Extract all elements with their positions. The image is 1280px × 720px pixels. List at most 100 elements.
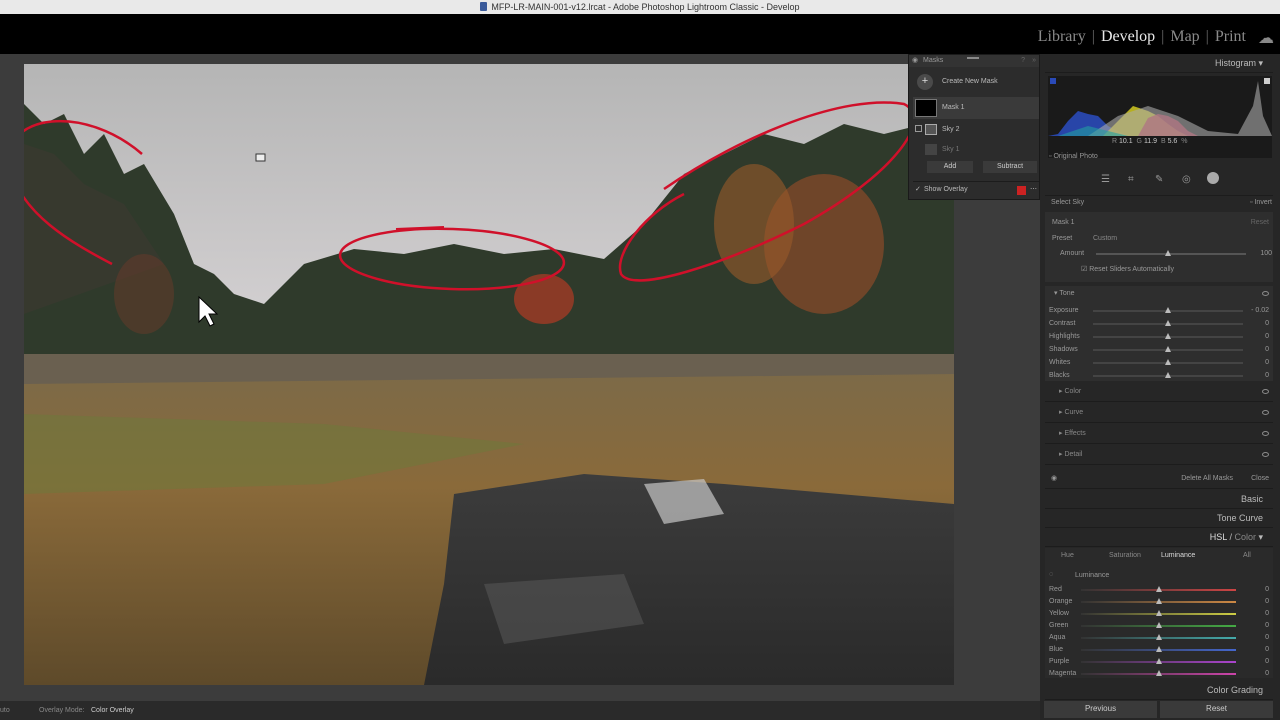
luminance-slider-orange[interactable]: Orange 0 (1049, 596, 1269, 608)
module-print[interactable]: Print (1209, 28, 1252, 50)
photo-preview[interactable] (24, 64, 954, 685)
delete-all-masks-button[interactable]: Delete All Masks (1181, 469, 1233, 489)
color-grading-section-header[interactable]: Color Grading (1045, 681, 1273, 700)
slider-thumb[interactable] (1155, 670, 1162, 676)
preset-select[interactable]: Custom (1093, 235, 1117, 242)
drag-handle[interactable] (967, 57, 979, 59)
tone-slider-exposure[interactable]: Exposure - 0.02 (1049, 305, 1269, 317)
red-eye-icon[interactable]: ◎ (1182, 174, 1191, 185)
masking-icon[interactable] (1207, 172, 1219, 184)
subtract-button[interactable]: Subtract (983, 161, 1037, 173)
edit-sliders-icon[interactable]: ☰ (1101, 174, 1110, 185)
mask-section-color[interactable]: ▸ Color (1045, 382, 1273, 402)
mask-section-effects[interactable]: ▸ Effects (1045, 424, 1273, 444)
module-develop[interactable]: Develop (1095, 28, 1161, 50)
tone-slider-highlights[interactable]: Highlights 0 (1049, 331, 1269, 343)
reset-button[interactable]: Reset (1160, 701, 1273, 718)
slider-thumb[interactable] (1155, 622, 1162, 628)
shadow-clipping-icon[interactable] (1050, 78, 1056, 84)
mask-section-curve[interactable]: ▸ Curve (1045, 403, 1273, 423)
more-options-icon[interactable]: ⋯ (1030, 182, 1037, 198)
luminance-slider-yellow[interactable]: Yellow 0 (1049, 608, 1269, 620)
slider-value[interactable]: 0 (1245, 370, 1269, 382)
amount-value[interactable]: 100 (1248, 248, 1272, 260)
module-map[interactable]: Map (1164, 28, 1205, 50)
basic-section-header[interactable]: Basic (1045, 490, 1273, 509)
slider-thumb[interactable] (1155, 598, 1162, 604)
checkbox-icon[interactable]: ✓ (915, 182, 921, 198)
slider-thumb[interactable] (1165, 320, 1171, 326)
slider-value[interactable]: 0 (1245, 644, 1269, 656)
slider-value[interactable]: 0 (1245, 620, 1269, 632)
slider-thumb[interactable] (1165, 359, 1171, 365)
slider-thumb[interactable] (1165, 333, 1171, 339)
slider-thumb[interactable] (1165, 307, 1171, 313)
invert-checkbox[interactable]: ▫ Invert (1250, 199, 1272, 206)
eye-icon[interactable] (1262, 291, 1269, 296)
tone-slider-contrast[interactable]: Contrast 0 (1049, 318, 1269, 330)
tab-saturation[interactable]: Saturation (1109, 552, 1141, 559)
mask-section-detail[interactable]: ▸ Detail (1045, 445, 1273, 465)
module-library[interactable]: Library (1032, 28, 1092, 50)
eye-icon[interactable] (1262, 389, 1269, 394)
eye-icon[interactable]: ◉ (1051, 469, 1057, 489)
tone-slider-whites[interactable]: Whites 0 (1049, 357, 1269, 369)
slider-thumb[interactable] (1155, 646, 1162, 652)
reset-link[interactable]: Reset (1251, 219, 1269, 226)
luminance-slider-green[interactable]: Green 0 (1049, 620, 1269, 632)
tab-all[interactable]: All (1243, 552, 1251, 559)
highlight-clipping-icon[interactable] (1264, 78, 1270, 84)
collapse-icon[interactable]: » (1032, 55, 1036, 67)
slider-thumb[interactable] (1165, 372, 1171, 378)
histogram-header[interactable]: Histogram ▾ (1045, 54, 1273, 73)
eye-icon[interactable] (1262, 431, 1269, 436)
sky-1-item[interactable]: Sky 1 (913, 141, 1039, 159)
eye-icon[interactable] (1262, 410, 1269, 415)
histogram[interactable]: R 10.1 G 11.9 B 5.6 % (1048, 76, 1272, 158)
add-button[interactable]: Add (927, 161, 973, 173)
slider-value[interactable]: 0 (1245, 596, 1269, 608)
reset-sliders-checkbox[interactable]: ☑ Reset Sliders Automatically (1081, 265, 1174, 273)
original-photo-toggle[interactable]: ▫ Original Photo (1049, 153, 1098, 160)
healing-icon[interactable]: ✎ (1155, 174, 1163, 185)
eye-icon[interactable] (1262, 452, 1269, 457)
slider-value[interactable]: 0 (1245, 357, 1269, 369)
slider-thumb[interactable] (1155, 634, 1162, 640)
mask-1-item[interactable]: Mask 1 (913, 97, 1039, 119)
luminance-slider-blue[interactable]: Blue 0 (1049, 644, 1269, 656)
slider-value[interactable]: 0 (1245, 584, 1269, 596)
tone-header[interactable]: ▾ Tone (1054, 289, 1075, 297)
eye-icon[interactable]: ◉ (912, 55, 918, 67)
slider-thumb[interactable] (1155, 610, 1162, 616)
slider-value[interactable]: 0 (1245, 608, 1269, 620)
crop-icon[interactable]: ⌗ (1128, 174, 1134, 185)
luminance-slider-magenta[interactable]: Magenta 0 (1049, 668, 1269, 680)
slider-value[interactable]: - 0.02 (1245, 305, 1269, 317)
luminance-slider-purple[interactable]: Purple 0 (1049, 656, 1269, 668)
luminance-slider-aqua[interactable]: Aqua 0 (1049, 632, 1269, 644)
slider-value[interactable]: 0 (1245, 344, 1269, 356)
amount-thumb[interactable] (1165, 250, 1171, 256)
tone-slider-blacks[interactable]: Blacks 0 (1049, 370, 1269, 382)
tab-hue[interactable]: Hue (1061, 552, 1074, 559)
overlay-mode-select[interactable]: Color Overlay (91, 701, 134, 720)
hsl-section-header[interactable]: HSL / Color ▾ (1045, 528, 1273, 547)
sky-2-item[interactable]: Sky 2 (913, 121, 1039, 139)
targeted-adjustment-icon[interactable]: ◌ (1049, 571, 1053, 578)
amount-slider[interactable]: Amount 100 (1052, 248, 1272, 260)
slider-value[interactable]: 0 (1245, 656, 1269, 668)
luminance-slider-red[interactable]: Red 0 (1049, 584, 1269, 596)
previous-button[interactable]: Previous (1044, 701, 1157, 718)
tone-slider-shadows[interactable]: Shadows 0 (1049, 344, 1269, 356)
slider-value[interactable]: 0 (1245, 318, 1269, 330)
create-new-mask-button[interactable]: + Create New Mask (913, 71, 1039, 93)
slider-thumb[interactable] (1155, 586, 1162, 592)
slider-thumb[interactable] (1165, 346, 1171, 352)
tone-curve-section-header[interactable]: Tone Curve (1045, 509, 1273, 528)
slider-value[interactable]: 0 (1245, 668, 1269, 680)
help-icon[interactable]: ? (1021, 55, 1025, 67)
slider-value[interactable]: 0 (1245, 331, 1269, 343)
overlay-color-swatch[interactable] (1017, 186, 1026, 195)
slider-value[interactable]: 0 (1245, 632, 1269, 644)
close-button[interactable]: Close (1251, 469, 1269, 489)
